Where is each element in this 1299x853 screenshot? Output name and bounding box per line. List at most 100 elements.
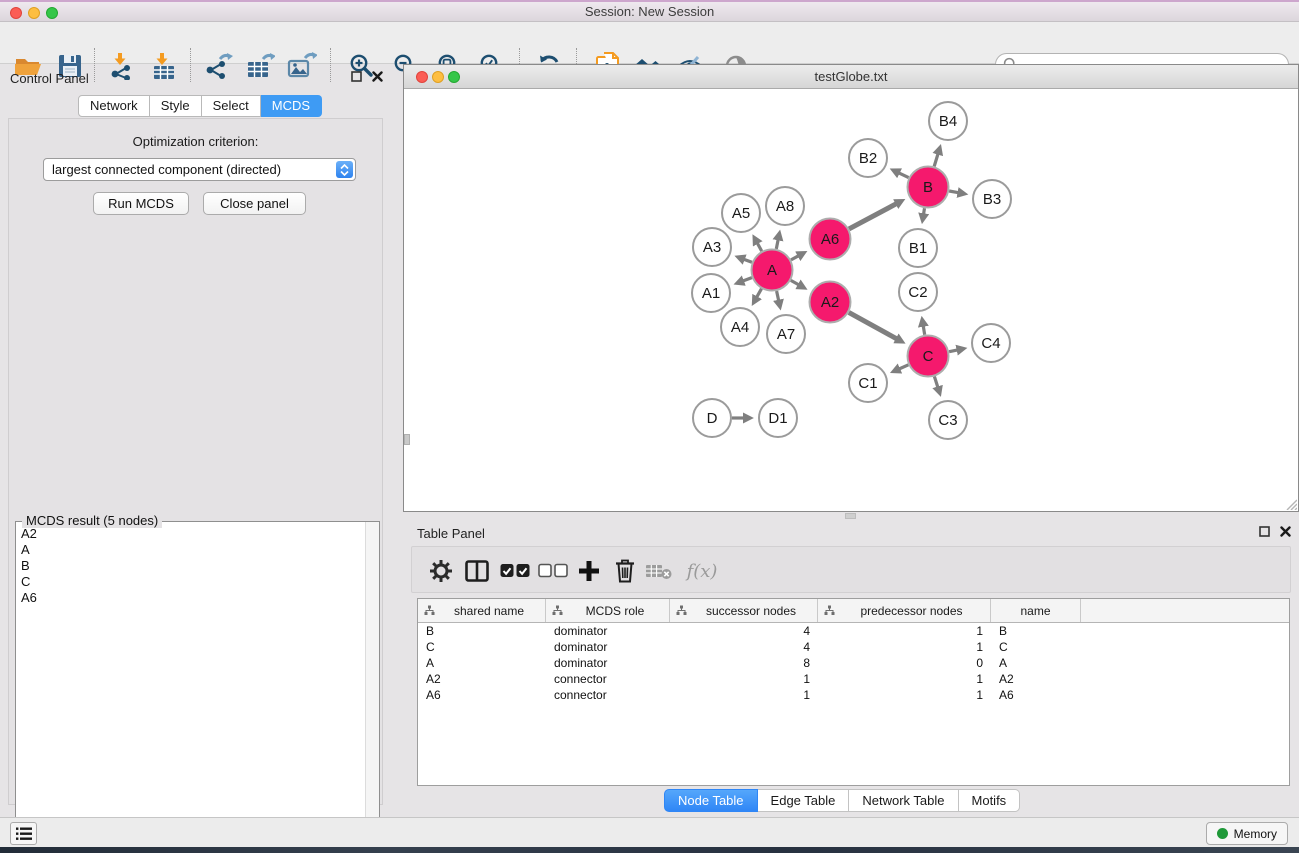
tab-network-table[interactable]: Network Table xyxy=(849,789,958,812)
close-panel-button[interactable]: Close panel xyxy=(203,192,306,215)
column-header[interactable]: MCDS role xyxy=(546,599,670,622)
graph-edge[interactable] xyxy=(777,291,779,301)
delete-column-icon[interactable] xyxy=(610,556,640,586)
graph-node-label: A4 xyxy=(731,319,749,336)
table-cell[interactable]: dominator xyxy=(546,655,670,671)
graph-edge[interactable] xyxy=(743,278,752,281)
float-panel-icon[interactable] xyxy=(351,71,362,82)
criterion-dropdown[interactable]: largest connected component (directed) xyxy=(43,158,356,181)
mcds-result-item[interactable]: B xyxy=(16,558,364,574)
task-history-icon[interactable] xyxy=(10,822,37,845)
table-cell[interactable]: 4 xyxy=(670,639,818,655)
mcds-result-item[interactable]: A xyxy=(16,542,364,558)
minimize-window-icon[interactable] xyxy=(28,7,40,19)
mcds-result-item[interactable]: A2 xyxy=(16,526,364,542)
gear-icon[interactable] xyxy=(426,556,456,586)
column-header[interactable]: successor nodes xyxy=(670,599,818,622)
graph-edge[interactable] xyxy=(934,377,938,388)
table-cell[interactable]: A xyxy=(418,655,546,671)
table-cell[interactable]: connector xyxy=(546,687,670,703)
tab-style[interactable]: Style xyxy=(150,95,202,117)
network-window-titlebar[interactable]: testGlobe.txt xyxy=(404,65,1298,89)
table-cell[interactable]: 1 xyxy=(818,623,991,639)
pane-divider-grip[interactable] xyxy=(404,434,410,445)
horizontal-divider-grip[interactable] xyxy=(845,513,856,519)
table-cell[interactable]: 8 xyxy=(670,655,818,671)
select-all-checkbox-icon[interactable] xyxy=(500,556,530,586)
table-cell[interactable]: B xyxy=(418,623,546,639)
table-cell[interactable]: 1 xyxy=(818,671,991,687)
window-resize-grip[interactable] xyxy=(1284,497,1297,510)
graph-edge[interactable] xyxy=(899,365,908,369)
table-cell[interactable]: C xyxy=(991,639,1081,655)
table-row[interactable]: Bdominator41B xyxy=(418,623,1289,639)
network-graph-canvas[interactable]: B4B2BB3A8A5A6A3B1AA1C2A2A4A7C4CC1C3DD1 xyxy=(404,89,1298,511)
column-header[interactable]: shared name xyxy=(418,599,546,622)
graph-edge[interactable] xyxy=(849,204,897,229)
table-cell[interactable]: A xyxy=(991,655,1081,671)
table-row[interactable]: A6connector11A6 xyxy=(418,687,1289,703)
float-table-panel-icon[interactable] xyxy=(1259,526,1270,537)
table-cell[interactable]: dominator xyxy=(546,639,670,655)
tab-node-table[interactable]: Node Table xyxy=(664,789,758,812)
delete-table-icon[interactable] xyxy=(644,556,674,586)
graph-edge[interactable] xyxy=(899,173,909,178)
graph-edge[interactable] xyxy=(757,289,762,298)
tab-network[interactable]: Network xyxy=(78,95,150,117)
graph-edge[interactable] xyxy=(757,243,762,251)
graph-edge[interactable] xyxy=(923,326,925,335)
graph-node-label: A8 xyxy=(776,198,794,215)
column-header[interactable]: predecessor nodes xyxy=(818,599,991,622)
table-cell[interactable]: 4 xyxy=(670,623,818,639)
table-cell[interactable]: A6 xyxy=(418,687,546,703)
graph-edge[interactable] xyxy=(949,350,958,352)
close-window-icon[interactable] xyxy=(10,7,22,19)
graph-edge[interactable] xyxy=(791,280,799,285)
table-row[interactable]: A2connector11A2 xyxy=(418,671,1289,687)
table-cell[interactable]: 1 xyxy=(818,687,991,703)
table-cell[interactable]: connector xyxy=(546,671,670,687)
graph-edge[interactable] xyxy=(776,239,778,249)
close-panel-icon[interactable] xyxy=(372,71,383,82)
mcds-result-item[interactable]: A6 xyxy=(16,590,364,606)
table-cell[interactable]: A6 xyxy=(991,687,1081,703)
table-cell[interactable]: 1 xyxy=(670,671,818,687)
table-cell[interactable]: dominator xyxy=(546,623,670,639)
mcds-result-scrollbar[interactable] xyxy=(365,522,379,853)
network-close-icon[interactable] xyxy=(416,71,428,83)
table-row[interactable]: Adominator80A xyxy=(418,655,1289,671)
table-cell[interactable]: C xyxy=(418,639,546,655)
graph-node-label: C3 xyxy=(938,412,957,429)
deselect-all-checkbox-icon[interactable] xyxy=(538,556,568,586)
table-cell[interactable]: A2 xyxy=(991,671,1081,687)
table-cell[interactable]: 1 xyxy=(818,639,991,655)
graph-node-label: A7 xyxy=(777,326,795,343)
graph-edge[interactable] xyxy=(791,256,799,260)
tab-select[interactable]: Select xyxy=(202,95,261,117)
graph-edge[interactable] xyxy=(744,259,752,262)
table-cell[interactable]: 1 xyxy=(670,687,818,703)
column-header[interactable]: name xyxy=(991,599,1081,622)
memory-button[interactable]: Memory xyxy=(1206,822,1288,845)
node-table[interactable]: shared nameMCDS rolesuccessor nodesprede… xyxy=(417,598,1290,786)
tab-motifs[interactable]: Motifs xyxy=(959,789,1021,812)
split-columns-icon[interactable] xyxy=(462,556,492,586)
maximize-window-icon[interactable] xyxy=(46,7,58,19)
table-cell[interactable]: 0 xyxy=(818,655,991,671)
network-maximize-icon[interactable] xyxy=(448,71,460,83)
add-column-icon[interactable] xyxy=(574,556,604,586)
table-cell[interactable]: A2 xyxy=(418,671,546,687)
table-cell[interactable]: B xyxy=(991,623,1081,639)
run-mcds-button[interactable]: Run MCDS xyxy=(93,192,189,215)
graph-edge[interactable] xyxy=(949,191,959,193)
close-table-panel-icon[interactable] xyxy=(1280,526,1291,537)
network-minimize-icon[interactable] xyxy=(432,71,444,83)
mcds-result-item[interactable]: C xyxy=(16,574,364,590)
graph-edge[interactable] xyxy=(924,208,925,214)
graph-edge[interactable] xyxy=(934,154,938,167)
table-row[interactable]: Cdominator41C xyxy=(418,639,1289,655)
tab-edge-table[interactable]: Edge Table xyxy=(758,789,850,812)
graph-edge[interactable] xyxy=(849,312,897,339)
function-builder-icon[interactable]: f(x) xyxy=(680,556,724,586)
tab-mcds[interactable]: MCDS xyxy=(261,95,322,117)
